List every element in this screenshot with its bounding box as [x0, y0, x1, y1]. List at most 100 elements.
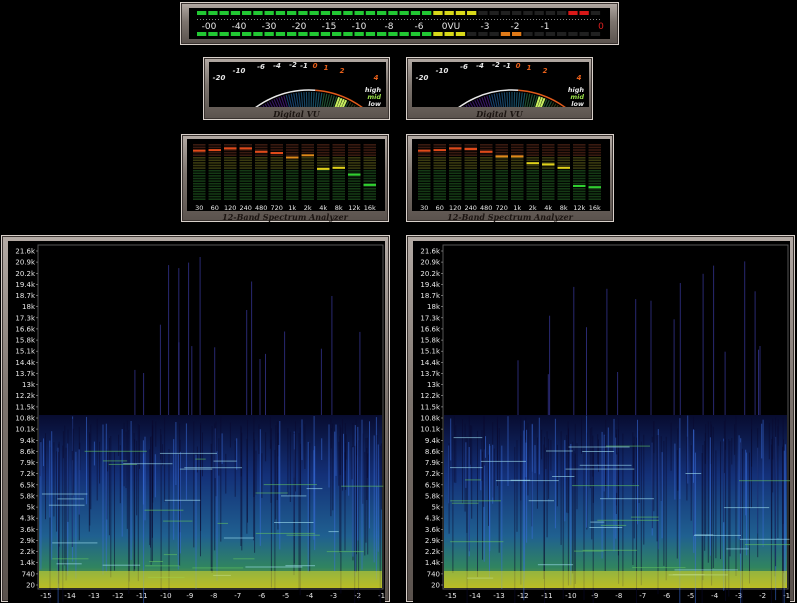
spectrogram-harmonic: [233, 558, 254, 559]
vu-bar-top-segment: [411, 11, 420, 15]
spectrum-cell: [496, 147, 509, 149]
spectrum-band-label: 120: [224, 204, 236, 211]
spectrum-cell: [465, 188, 478, 190]
spectrogram-streak: [145, 437, 146, 521]
spectrogram-streak: [211, 444, 212, 571]
spectrum-cell: [496, 178, 509, 180]
digital-vu-scale-label: -6: [460, 63, 468, 71]
spectrum-cell: [193, 170, 206, 172]
vu-bar-tick-dot: [599, 19, 600, 20]
spectrogram-streak: [369, 421, 370, 528]
spectrogram-streak: [313, 450, 314, 540]
spectrogram-y-label: 12.2k: [420, 392, 441, 400]
spectrogram-streak: [381, 443, 382, 509]
spectrum-cell: [240, 188, 253, 190]
spectrum-cell: [527, 173, 540, 175]
vu-bar-tick-dot: [440, 19, 441, 20]
spectrogram-harmonic: [580, 465, 632, 466]
spectrogram-streak: [352, 446, 353, 479]
spectrum-cell: [317, 160, 330, 162]
vu-bar-tick-dot: [557, 19, 558, 20]
spectrogram-streak: [308, 442, 309, 573]
spectrogram-streak: [338, 442, 339, 486]
spectrogram-y-label: 20.9k: [420, 259, 441, 267]
vu-bar-bottom-segment: [355, 32, 364, 36]
spectrum-cell: [302, 162, 315, 164]
spectrogram-streak: [783, 418, 784, 524]
spectrum-cell: [480, 165, 493, 167]
spectrum-cell: [480, 193, 493, 195]
spectrogram-streak: [525, 418, 526, 440]
spectrogram-y-label: 20.2k: [420, 270, 441, 278]
spectrogram-streak: [575, 454, 576, 585]
spectrogram-streak: [254, 440, 255, 553]
spectrum-cell: [271, 178, 284, 180]
spectrum-cell: [573, 147, 586, 149]
spectrum-cell: [527, 196, 540, 198]
spectrogram-streak: [484, 416, 485, 466]
spectrum-cell: [558, 173, 571, 175]
spectrum-cell: [527, 165, 540, 167]
vu-bar-tick-dot: [239, 19, 240, 20]
digital-vu-scale-label: 0: [516, 62, 521, 70]
spectrogram-harmonic: [149, 561, 163, 562]
spectrogram-y-label: 3.6k: [20, 526, 36, 534]
spectrum-cell: [465, 180, 478, 182]
vu-bar-tick-dot: [572, 19, 573, 20]
spectrum-cell: [480, 147, 493, 149]
vu-bar-scale-label: 0: [598, 22, 604, 32]
vu-bar-bottom-segment: [433, 32, 442, 36]
vu-bar-bottom-segment: [501, 32, 510, 36]
spectrum-peak: [496, 155, 509, 157]
spectrum-cell: [271, 160, 284, 162]
spectrum-cell: [496, 160, 509, 162]
spectrogram-x-label: -13: [493, 592, 504, 600]
vu-bar-tick-dot: [470, 19, 471, 20]
spectrum-cell: [224, 154, 237, 156]
spectrogram-streak: [731, 438, 732, 464]
spectrogram-y-label: 10.1k: [420, 426, 441, 434]
spectrum-cell: [271, 167, 284, 169]
spectrum-cell: [193, 193, 206, 195]
spectrogram-harmonic: [218, 523, 229, 524]
spectrogram-y-label: 15.8k: [420, 337, 441, 345]
spectrum-cell: [193, 173, 206, 175]
spectrogram-spike: [760, 346, 761, 415]
vu-bar-tick-dot: [242, 19, 243, 20]
spectrum-cell: [364, 175, 377, 177]
spectrum-cell: [480, 173, 493, 175]
spectrum-cell: [271, 154, 284, 156]
spectrogram-streak: [295, 421, 296, 491]
spectrum-cell: [193, 191, 206, 193]
vu-bar-tick-dot: [428, 19, 429, 20]
vu-bar-tick-dot: [341, 19, 342, 20]
spectrum-cell: [333, 154, 346, 156]
spectrogram-y-label: 8.6k: [425, 448, 441, 456]
spectrum-cell: [255, 193, 268, 195]
spectrum-cell: [240, 191, 253, 193]
spectrum-cell: [465, 175, 478, 177]
spectrogram-y-label: 19.4k: [420, 281, 441, 289]
spectrum-cell: [589, 144, 602, 146]
spectrum-cell: [527, 154, 540, 156]
spectrogram-spike: [635, 299, 636, 415]
spectrum-cell: [418, 173, 431, 175]
spectrogram-harmonic: [566, 469, 635, 470]
vu-bar-tick-dot: [275, 19, 276, 20]
spectrogram-spike: [178, 342, 179, 415]
spectrum-cell: [465, 183, 478, 185]
spectrogram-streak: [122, 429, 123, 536]
spectrogram-harmonic: [57, 498, 84, 499]
spectrogram-harmonic: [256, 533, 315, 534]
spectrum-cell: [193, 152, 206, 154]
vu-bar-tick-dot: [596, 19, 597, 20]
vu-bar-tick-dot: [494, 19, 495, 20]
spectrum-cell: [558, 183, 571, 185]
spectrum-cell: [527, 191, 540, 193]
spectrum-cell: [480, 144, 493, 146]
spectrum-cell: [317, 162, 330, 164]
spectrogram-streak: [661, 436, 662, 501]
spectrogram-harmonic: [450, 500, 501, 501]
spectrogram-y-label: 18k: [427, 303, 441, 311]
spectrum-cell: [511, 175, 524, 177]
